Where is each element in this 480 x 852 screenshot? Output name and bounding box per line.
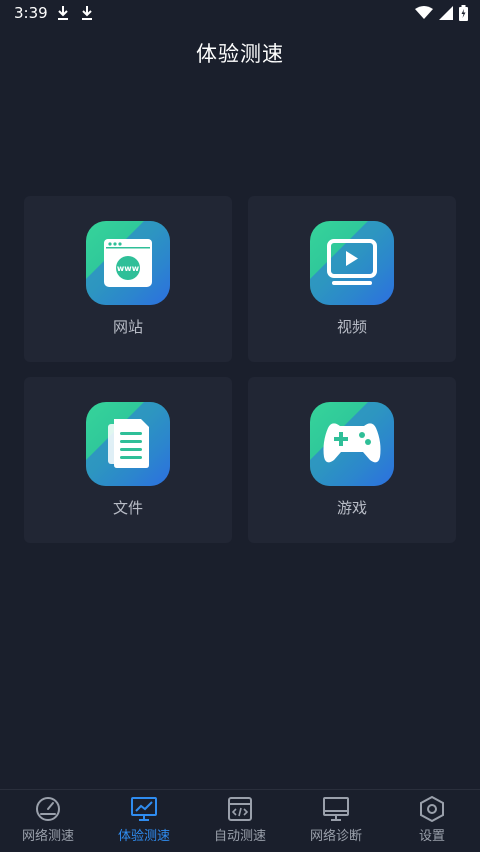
svg-text:www: www bbox=[117, 264, 140, 273]
category-label: 游戏 bbox=[336, 499, 367, 517]
category-card-website[interactable]: www 网站 bbox=[24, 196, 232, 362]
video-icon bbox=[310, 221, 394, 305]
nav-label: 网络诊断 bbox=[309, 829, 362, 844]
monitor-icon bbox=[323, 797, 349, 821]
nav-label: 自动测速 bbox=[213, 829, 266, 844]
category-label: 网站 bbox=[112, 318, 143, 336]
category-card-video[interactable]: 视频 bbox=[248, 196, 456, 362]
nav-item-experience-speed-test[interactable]: 体验测速 bbox=[96, 790, 192, 852]
monitor-chart-icon bbox=[131, 797, 157, 821]
category-card-file[interactable]: 文件 bbox=[24, 377, 232, 543]
gamepad-icon bbox=[310, 402, 394, 486]
nav-item-settings[interactable]: 设置 bbox=[384, 790, 480, 852]
status-icons bbox=[415, 5, 468, 21]
status-time: 3:39 bbox=[14, 4, 48, 22]
website-icon: www bbox=[86, 221, 170, 305]
nav-item-network-diagnosis[interactable]: 网络诊断 bbox=[288, 790, 384, 852]
signal-icon bbox=[439, 6, 453, 20]
nav-label: 网络测速 bbox=[21, 829, 74, 844]
category-label: 文件 bbox=[112, 499, 143, 517]
download-icon bbox=[82, 6, 92, 20]
experience-speed-test-screen: 3:39 体验测速 www 网站 视频 文件 游戏 网络测速 体验测速 自动测速… bbox=[0, 0, 480, 852]
status-bar: 3:39 bbox=[0, 0, 480, 28]
file-icon bbox=[86, 402, 170, 486]
battery-icon bbox=[459, 5, 468, 21]
page-title: 体验测速 bbox=[196, 42, 284, 66]
download-icon bbox=[58, 6, 68, 20]
code-window-icon bbox=[228, 797, 252, 821]
nav-label: 体验测速 bbox=[117, 829, 170, 844]
nav-item-auto-speed-test[interactable]: 自动测速 bbox=[192, 790, 288, 852]
hexagon-settings-icon bbox=[420, 796, 444, 822]
nav-label: 设置 bbox=[418, 829, 445, 844]
category-label: 视频 bbox=[336, 318, 367, 336]
wifi-icon bbox=[415, 6, 433, 19]
speedometer-icon bbox=[36, 797, 60, 821]
category-card-game[interactable]: 游戏 bbox=[248, 377, 456, 543]
nav-item-network-speed-test[interactable]: 网络测速 bbox=[0, 790, 96, 852]
bottom-nav: 网络测速 体验测速 自动测速 网络诊断 设置 bbox=[0, 789, 480, 852]
header: 体验测速 bbox=[0, 28, 480, 78]
